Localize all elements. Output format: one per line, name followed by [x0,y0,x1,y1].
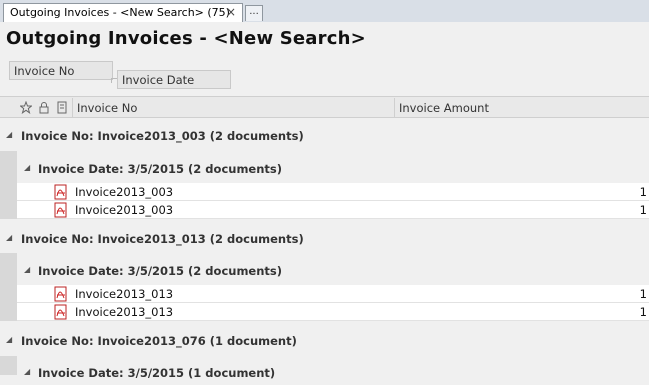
collapse-triangle-icon[interactable]: ◢ [24,163,30,172]
page-title: Outgoing Invoices - <New Search> [6,28,366,49]
pdf-file-icon [54,304,67,320]
invoice-name: Invoice2013_003 [75,203,174,217]
collapse-triangle-icon[interactable]: ◢ [6,130,12,139]
column-invoice-no[interactable]: Invoice No [77,101,137,115]
invoice-amount: 1 [639,287,647,301]
pdf-file-icon [54,286,67,302]
collapse-triangle-icon[interactable]: ◢ [6,335,12,344]
invoice-name: Invoice2013_003 [75,185,174,199]
table-row[interactable]: Invoice2013_003 1 [17,183,649,201]
invoice-amount: 1 [639,185,647,199]
star-icon[interactable] [20,101,32,114]
group-header-invoice-date[interactable]: ◢ Invoice Date: 3/5/2015 (2 documents) [0,159,649,181]
invoice-name: Invoice2013_013 [75,305,174,319]
table-row[interactable]: Invoice2013_013 1 [17,303,649,321]
tab-strip: Outgoing Invoices - <New Search> (75) × … [0,0,649,23]
collapse-triangle-icon[interactable]: ◢ [24,265,30,274]
group-title: Invoice Date: 3/5/2015 (1 document) [38,366,276,380]
invoice-amount: 1 [639,203,647,217]
document-icon[interactable] [56,101,68,114]
group-title: Invoice Date: 3/5/2015 (2 documents) [38,264,283,278]
group-title: Invoice No: Invoice2013_013 (2 documents… [21,232,304,246]
pdf-file-icon [54,184,67,200]
table-row[interactable]: Invoice2013_013 1 [17,285,649,303]
group-header-invoice-date[interactable]: ◢ Invoice Date: 3/5/2015 (1 document) [0,363,649,385]
group-by-invoice-no[interactable]: Invoice No [9,61,113,80]
column-divider[interactable] [72,98,73,117]
tab-outgoing-invoices[interactable]: Outgoing Invoices - <New Search> (75) × [3,3,243,22]
more-tabs-button[interactable]: ... [245,5,263,21]
group-header-invoice-no[interactable]: ◢ Invoice No: Invoice2013_003 (2 documen… [0,126,649,148]
page-header: Outgoing Invoices - <New Search> [0,22,649,55]
column-invoice-amount[interactable]: Invoice Amount [399,101,489,115]
group-title: Invoice No: Invoice2013_003 (2 documents… [21,129,304,143]
group-title: Invoice Date: 3/5/2015 (2 documents) [38,162,283,176]
column-divider[interactable] [394,98,395,117]
group-header-invoice-date[interactable]: ◢ Invoice Date: 3/5/2015 (2 documents) [0,261,649,283]
table-row[interactable]: Invoice2013_003 1 [17,201,649,219]
lock-icon[interactable] [38,101,50,114]
column-header-row: Invoice No Invoice Amount [0,96,649,118]
group-header-invoice-no[interactable]: ◢ Invoice No: Invoice2013_076 (1 documen… [0,331,649,353]
close-icon[interactable]: × [226,5,236,19]
group-title: Invoice No: Invoice2013_076 (1 document) [21,334,297,348]
group-connector [111,78,112,83]
collapse-triangle-icon[interactable]: ◢ [6,233,12,242]
invoice-amount: 1 [639,305,647,319]
group-by-invoice-date[interactable]: Invoice Date [117,70,231,89]
pdf-file-icon [54,202,67,218]
tab-label: Outgoing Invoices - <New Search> (75) [10,6,230,19]
group-header-invoice-no[interactable]: ◢ Invoice No: Invoice2013_013 (2 documen… [0,229,649,251]
invoice-name: Invoice2013_013 [75,287,174,301]
